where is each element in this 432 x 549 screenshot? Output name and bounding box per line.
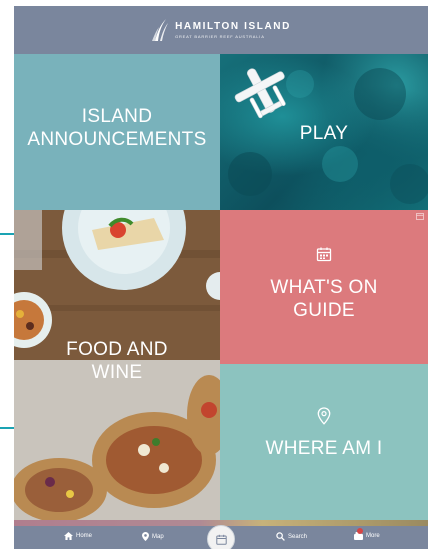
location-pin-icon — [317, 407, 331, 425]
brand-tagline: GREAT BARRIER REEF AUSTRALIA — [175, 33, 265, 39]
tile-label: WHAT'S ON GUIDE — [220, 276, 428, 322]
tab-map[interactable]: Map — [142, 532, 164, 541]
tab-calendar[interactable] — [207, 525, 235, 549]
tile-label-line2: ANNOUNCEMENTS — [27, 129, 207, 150]
tablet-screen: HAMILTON ISLAND GREAT BARRIER REEF AUSTR… — [14, 6, 428, 549]
palm-leaf-icon — [152, 19, 169, 41]
tile-label-line1: FOOD AND — [66, 339, 168, 360]
tile-food-and-wine[interactable]: FOOD AND WINE — [14, 210, 220, 520]
tab-home[interactable]: Home — [64, 532, 92, 540]
search-icon — [276, 532, 285, 541]
tab-map-label: Map — [152, 533, 164, 540]
seaplane-icon — [234, 68, 286, 119]
tile-label-line2: WINE — [91, 362, 143, 383]
brand-name: HAMILTON ISLAND — [175, 20, 291, 32]
tile-label: ISLAND ANNOUNCEMENTS — [14, 105, 220, 151]
home-icon — [64, 532, 73, 540]
calendar-icon — [316, 247, 332, 262]
tile-where-am-i[interactable]: WHERE AM I — [220, 364, 428, 520]
map-pin-icon — [142, 532, 149, 541]
tile-play[interactable]: PLAY — [220, 54, 428, 210]
calendar-icon — [215, 534, 227, 545]
tile-label-line1: WHAT'S ON — [270, 277, 378, 298]
guide-mark-bottom — [0, 427, 14, 429]
tile-label: FOOD AND WINE — [14, 338, 220, 384]
guide-mark-top — [0, 233, 14, 235]
tile-label: WHERE AM I — [265, 438, 383, 459]
brand-logo: HAMILTON ISLAND GREAT BARRIER REEF AUSTR… — [151, 17, 291, 43]
tile-island-announcements[interactable]: ISLAND ANNOUNCEMENTS — [14, 54, 220, 210]
tab-search-label: Search — [288, 533, 308, 540]
tab-home-label: Home — [76, 533, 93, 539]
tile-label-line2: GUIDE — [293, 300, 355, 321]
notification-badge — [357, 528, 363, 534]
small-calendar-icon — [416, 213, 424, 220]
app-header: HAMILTON ISLAND GREAT BARRIER REEF AUSTR… — [14, 6, 428, 54]
tile-whats-on-guide[interactable]: WHAT'S ON GUIDE — [220, 210, 428, 364]
tab-search[interactable]: Search — [276, 532, 307, 541]
tile-label-line1: ISLAND — [81, 106, 153, 127]
tile-label: PLAY — [299, 123, 349, 144]
tab-more-label: More — [366, 533, 380, 539]
